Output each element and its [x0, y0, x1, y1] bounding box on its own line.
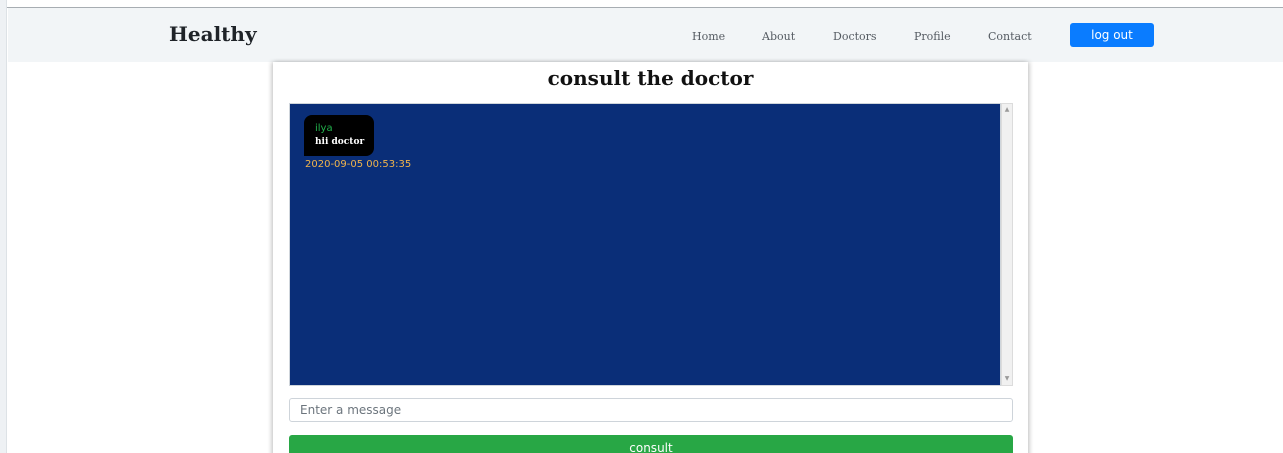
message-timestamp: 2020-09-05 00:53:35 [305, 159, 412, 170]
chat-window[interactable]: ilya hii doctor 2020-09-05 00:53:35 [289, 103, 1001, 386]
top-navbar: Healthy Home About Doctors Profile Conta… [8, 8, 1283, 62]
message-bubble: ilya hii doctor [304, 115, 374, 156]
message-input[interactable] [289, 398, 1013, 422]
nav-link-about[interactable]: About [762, 30, 795, 43]
nav-link-home[interactable]: Home [692, 30, 725, 43]
page-title: consult the doctor [547, 66, 754, 90]
nav-link-doctors[interactable]: Doctors [833, 30, 877, 43]
chat-scrollbar[interactable]: ▲ ▼ [1001, 103, 1013, 386]
nav-link-profile[interactable]: Profile [914, 30, 951, 43]
message-text: hii doctor [315, 137, 365, 147]
message-sender: ilya [315, 123, 333, 134]
scroll-up-arrow-icon[interactable]: ▲ [1004, 107, 1010, 113]
consult-card: consult the doctor ilya hii doctor 2020-… [273, 62, 1028, 453]
window-top-border [0, 0, 1283, 8]
consult-button[interactable]: consult [289, 435, 1013, 453]
scroll-down-arrow-icon[interactable]: ▼ [1004, 376, 1010, 382]
nav-link-contact[interactable]: Contact [988, 30, 1032, 43]
left-frame-edge [0, 0, 7, 453]
brand-logo[interactable]: Healthy [169, 22, 257, 46]
logout-button[interactable]: log out [1070, 23, 1154, 47]
